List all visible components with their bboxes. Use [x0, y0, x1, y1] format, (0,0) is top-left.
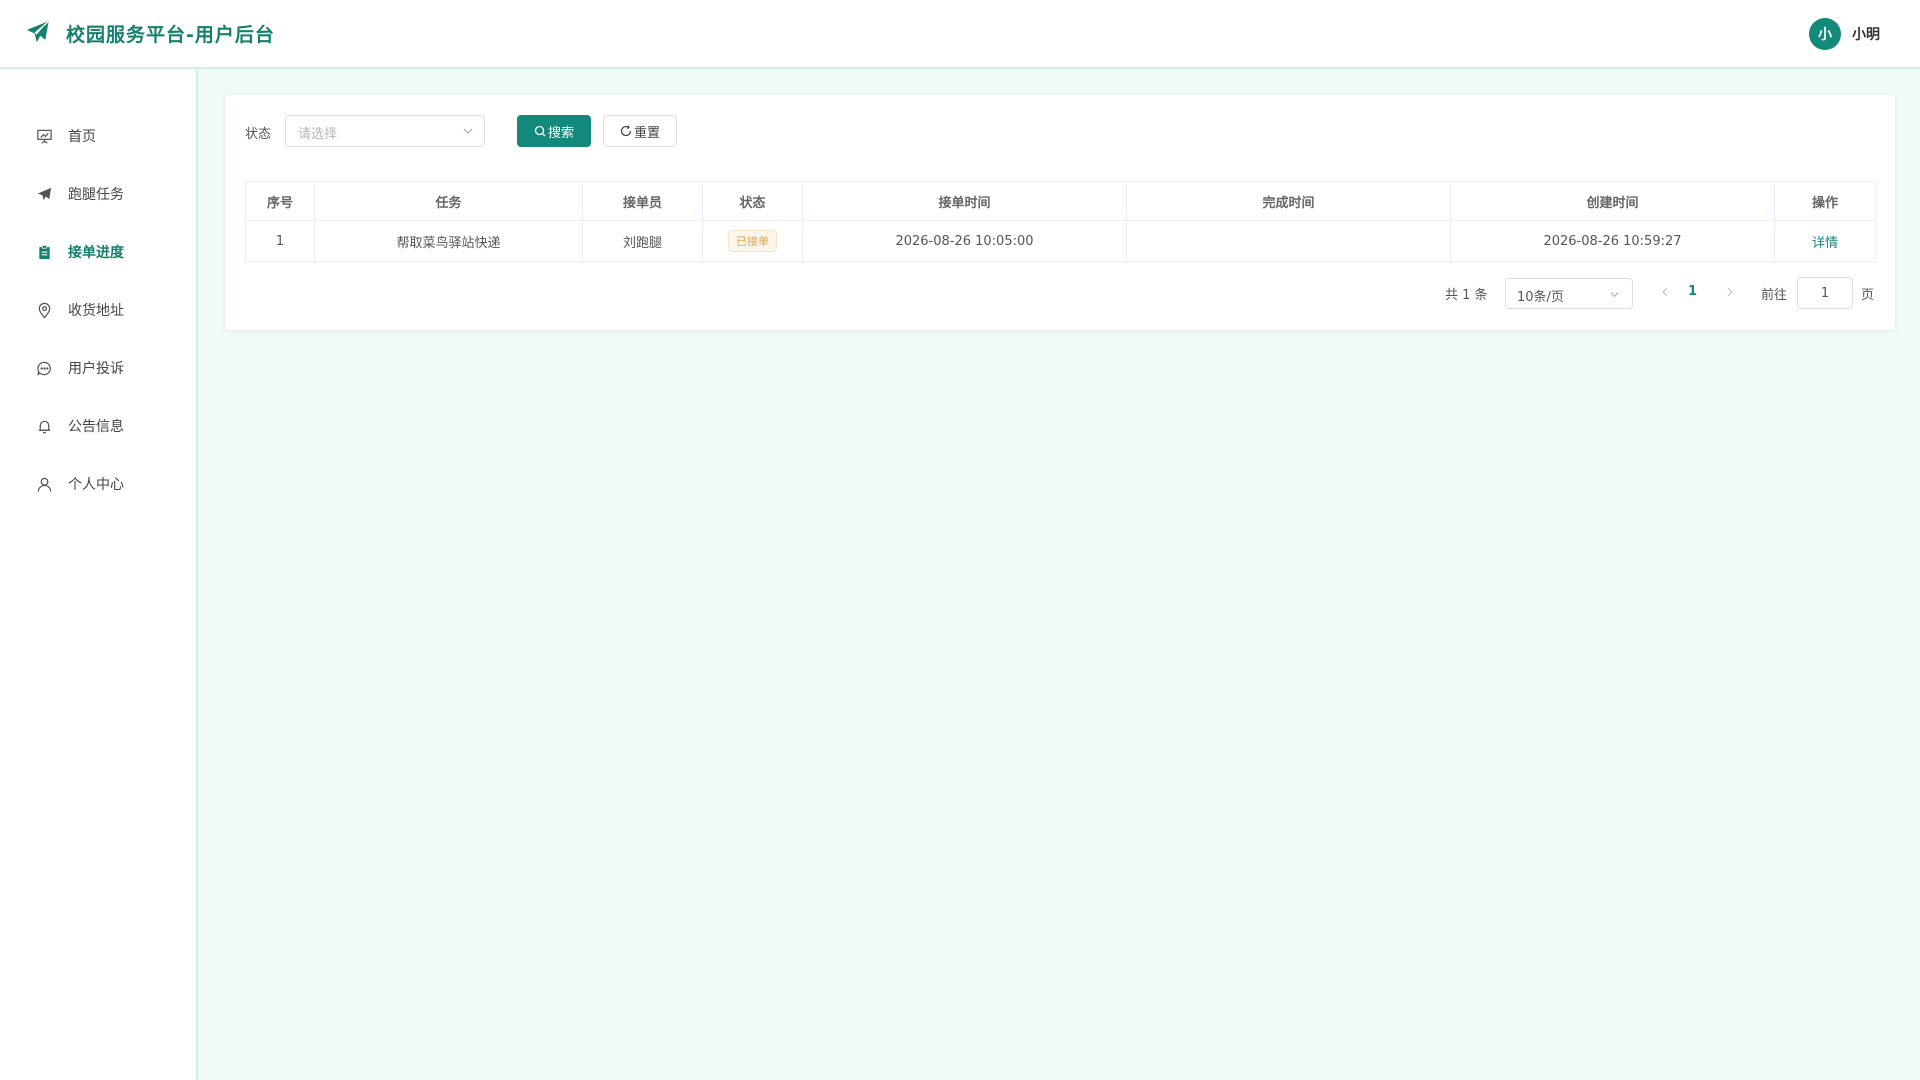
sidebar-item-label: 用户投诉 [68, 361, 124, 377]
goto-label: 前往 [1761, 288, 1788, 303]
cell-finish-time [1126, 220, 1451, 262]
column-header: 任务 [314, 181, 583, 221]
sidebar-item-label: 跑腿任务 [68, 187, 124, 203]
status-select-placeholder: 请选择 [298, 127, 338, 142]
avatar[interactable]: 小 [1809, 18, 1841, 50]
presentation-board-icon [35, 127, 53, 145]
sidebar-item-errand-tasks[interactable]: 跑腿任务 [0, 174, 196, 214]
column-header: 序号 [245, 181, 315, 221]
page-size-value: 10条/页 [1517, 290, 1564, 305]
paper-plane-logo-icon [26, 20, 50, 48]
sidebar-item-shipping-address[interactable]: 收货地址 [0, 290, 196, 330]
column-header: 接单员 [582, 181, 703, 221]
next-page-icon[interactable] [1724, 286, 1736, 298]
brand: 校园服务平台-用户后台 [26, 20, 275, 48]
top-header: 校园服务平台-用户后台 小 小明 [0, 0, 1920, 69]
cell-status: 已接单 [702, 220, 803, 262]
location-pin-icon [35, 301, 53, 319]
cell-create-time: 2026-08-26 10:59:27 [1450, 220, 1775, 262]
cell-task: 帮取菜鸟驿站快递 [314, 220, 583, 262]
status-badge: 已接单 [728, 230, 777, 252]
column-header: 完成时间 [1126, 181, 1451, 221]
cell-action: 详情 [1774, 220, 1876, 262]
sidebar-item-profile[interactable]: 个人中心 [0, 464, 196, 504]
prev-page-icon[interactable] [1659, 286, 1671, 298]
refresh-icon [620, 125, 632, 137]
sidebar-item-label: 接单进度 [68, 245, 124, 261]
chat-bubble-icon [35, 359, 53, 377]
user-icon [35, 475, 53, 493]
table-row: 1 帮取菜鸟驿站快递 刘跑腿 已接单 2026-08-26 10:05:00 2… [245, 220, 1876, 262]
chevron-down-icon [1610, 292, 1619, 298]
search-icon [534, 125, 546, 137]
page-size-select[interactable]: 10条/页 [1505, 278, 1633, 309]
reset-button[interactable]: 重置 [603, 115, 677, 147]
sidebar-item-label: 收货地址 [68, 303, 124, 319]
search-button-label: 搜索 [547, 125, 574, 141]
details-link[interactable]: 详情 [1812, 236, 1838, 251]
cell-courier: 刘跑腿 [582, 220, 703, 262]
chevron-down-icon [463, 128, 473, 134]
clipboard-icon [35, 243, 53, 261]
column-header: 创建时间 [1450, 181, 1775, 221]
app-title: 校园服务平台-用户后台 [66, 24, 275, 46]
column-header: 状态 [702, 181, 803, 221]
sidebar-item-home[interactable]: 首页 [0, 116, 196, 156]
sidebar: 首页 跑腿任务 接单进度 收货地址 用户投诉 公告信息 个人中心 [0, 70, 198, 1080]
sidebar-item-label: 公告信息 [68, 419, 124, 435]
user-name[interactable]: 小明 [1852, 24, 1880, 44]
user-menu[interactable]: 小 小明 [1809, 18, 1880, 50]
sidebar-item-label: 首页 [68, 129, 96, 145]
search-button[interactable]: 搜索 [517, 115, 591, 147]
sidebar-item-order-progress[interactable]: 接单进度 [0, 232, 196, 272]
page-number-current[interactable]: 1 [1688, 284, 1697, 299]
page-suffix: 页 [1861, 288, 1875, 303]
pagination-total: 共 1 条 [1445, 288, 1488, 303]
sidebar-item-announcements[interactable]: 公告信息 [0, 406, 196, 446]
status-filter-label: 状态 [245, 127, 272, 142]
reset-button-label: 重置 [633, 125, 660, 141]
content-panel: 状态 请选择 搜索 重置 序号 任务 接单员 状态 接单时间 完成时间 创建时间… [225, 95, 1895, 330]
column-header: 接单时间 [802, 181, 1127, 221]
sidebar-item-label: 个人中心 [68, 477, 124, 493]
goto-page-input[interactable] [1797, 277, 1853, 309]
column-header: 操作 [1774, 181, 1876, 221]
status-select[interactable]: 请选择 [285, 115, 485, 147]
orders-table: 序号 任务 接单员 状态 接单时间 完成时间 创建时间 操作 1 帮取菜鸟驿站快… [245, 181, 1876, 262]
paper-plane-icon [35, 185, 53, 203]
cell-accept-time: 2026-08-26 10:05:00 [802, 220, 1127, 262]
bell-icon [35, 417, 53, 435]
sidebar-item-complaints[interactable]: 用户投诉 [0, 348, 196, 388]
cell-index: 1 [245, 220, 315, 262]
table-header-row: 序号 任务 接单员 状态 接单时间 完成时间 创建时间 操作 [245, 181, 1876, 221]
